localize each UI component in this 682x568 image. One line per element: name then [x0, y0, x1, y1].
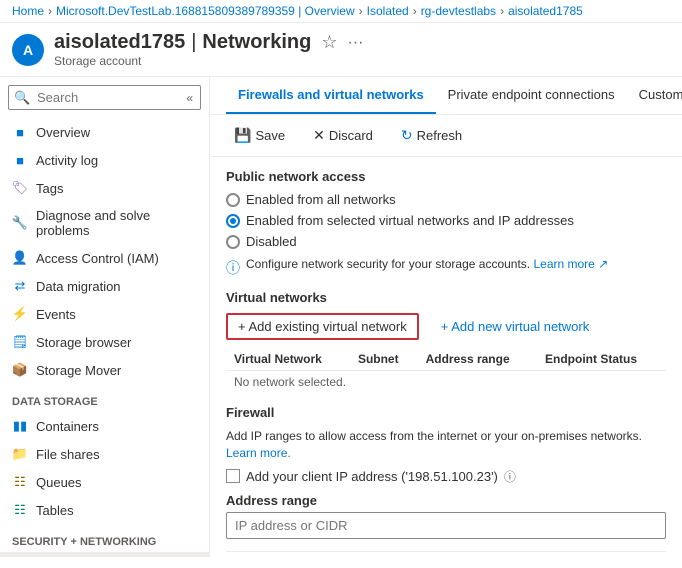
tables-icon: ☷ [12, 502, 28, 518]
radio-selected-networks[interactable]: Enabled from selected virtual networks a… [226, 213, 666, 228]
col-virtual-network: Virtual Network [226, 348, 350, 371]
tab-custom-domain[interactable]: Custom domain [627, 77, 682, 114]
page-title: Networking [202, 31, 311, 54]
breadcrumb-isolated[interactable]: Isolated [367, 4, 409, 18]
sidebar-item-containers[interactable]: ▮▮ Containers [0, 412, 209, 440]
virtual-networks-section: Virtual networks + Add existing virtual … [226, 290, 666, 393]
sidebar-item-diagnose[interactable]: 🔧 Diagnose and solve problems [0, 202, 209, 244]
star-icon[interactable]: ☆ [321, 32, 337, 53]
learn-more-link[interactable]: Learn more ↗ [533, 257, 608, 271]
resource-name: aisolated1785 [54, 31, 185, 54]
fileshares-icon: 📁 [12, 446, 28, 462]
public-network-options: Enabled from all networks Enabled from s… [226, 192, 666, 249]
discard-icon: ✕ [313, 127, 325, 144]
content-area: Public network access Enabled from all n… [210, 157, 682, 557]
collapse-icon[interactable]: « [186, 91, 193, 105]
toolbar: 💾 Save ✕ Discard ↻ Refresh [210, 115, 682, 157]
sidebar-item-overview[interactable]: ■ Overview [0, 118, 209, 146]
col-endpoint-status: Endpoint Status [537, 348, 666, 371]
sidebar-item-storage-browser[interactable]: 🗒 Storage browser [0, 328, 209, 356]
firewall-description: Add IP ranges to allow access from the i… [226, 428, 666, 462]
tab-firewalls[interactable]: Firewalls and virtual networks [226, 77, 436, 114]
save-button[interactable]: 💾 Save [226, 123, 293, 148]
info-tooltip-icon: ⓘ [504, 468, 516, 485]
avatar: A [12, 34, 44, 66]
migration-icon: ⇄ [12, 278, 28, 294]
radio-all-networks[interactable]: Enabled from all networks [226, 192, 666, 207]
sidebar-item-events[interactable]: ⚡ Events [0, 300, 209, 328]
radio-disabled-input[interactable] [226, 235, 240, 249]
tab-private-endpoints[interactable]: Private endpoint connections [436, 77, 627, 114]
breadcrumb-resource[interactable]: aisolated1785 [508, 4, 583, 18]
data-storage-section-title: Data storage [0, 384, 209, 412]
tags-icon: 🏷 [12, 180, 28, 196]
page-header: A aisolated1785 | Networking ☆ ··· Stora… [0, 23, 682, 77]
queues-icon: ☷ [12, 474, 28, 490]
discard-button[interactable]: ✕ Discard [305, 123, 381, 148]
mover-icon: 📦 [12, 362, 28, 378]
tab-bar: Firewalls and virtual networks Private e… [210, 77, 682, 115]
sidebar: 🔍 « ■ Overview ■ Activity log 🏷 Tags 🔧 D… [0, 77, 210, 557]
radio-disabled[interactable]: Disabled [226, 234, 666, 249]
public-network-title: Public network access [226, 169, 666, 184]
radio-selected-networks-input[interactable] [226, 214, 240, 228]
sidebar-item-tags[interactable]: 🏷 Tags [0, 174, 209, 202]
events-icon: ⚡ [12, 306, 28, 322]
sidebar-item-migration[interactable]: ⇄ Data migration [0, 272, 209, 300]
add-new-vnet-button[interactable]: + Add new virtual network [431, 315, 600, 338]
add-existing-vnet-button[interactable]: + Add existing virtual network [226, 313, 419, 340]
main-content: Firewalls and virtual networks Private e… [210, 77, 682, 557]
iam-icon: 👤 [12, 250, 28, 266]
col-subnet: Subnet [350, 348, 418, 371]
divider [226, 551, 666, 552]
sidebar-item-networking[interactable]: 🌐 Networking [0, 552, 209, 557]
breadcrumb-rg[interactable]: rg-devtestlabs [421, 4, 496, 18]
more-icon[interactable]: ··· [347, 34, 363, 52]
security-section-title: Security + networking [0, 524, 209, 552]
sidebar-item-file-shares[interactable]: 📁 File shares [0, 440, 209, 468]
resource-instances-section: Resource instances Specify resource inst… [226, 551, 666, 557]
vnet-table: Virtual Network Subnet Address range End… [226, 348, 666, 393]
browser-icon: 🗒 [12, 334, 28, 350]
vnet-actions: + Add existing virtual network + Add new… [226, 313, 666, 340]
col-address-range: Address range [418, 348, 537, 371]
add-client-ip-label: Add your client IP address ('198.51.100.… [246, 469, 498, 484]
search-icon: 🔍 [14, 90, 30, 106]
sidebar-item-tables[interactable]: ☷ Tables [0, 496, 209, 524]
breadcrumb: Home › Microsoft.DevTestLab.168815809389… [0, 0, 682, 23]
breadcrumb-lab[interactable]: Microsoft.DevTestLab.168815809389789359 … [56, 4, 355, 18]
activity-icon: ■ [12, 152, 28, 168]
sidebar-item-activity-log[interactable]: ■ Activity log [0, 146, 209, 174]
overview-icon: ■ [12, 124, 28, 140]
firewall-title: Firewall [226, 405, 666, 420]
search-box: 🔍 « [8, 85, 201, 110]
virtual-networks-title: Virtual networks [226, 290, 666, 305]
no-network-row: No network selected. [226, 371, 666, 394]
sidebar-item-iam[interactable]: 👤 Access Control (IAM) [0, 244, 209, 272]
radio-all-networks-input[interactable] [226, 193, 240, 207]
firewall-section: Firewall Add IP ranges to allow access f… [226, 405, 666, 539]
firewall-learn-more-link[interactable]: Learn more. [226, 446, 291, 460]
add-client-ip-row: Add your client IP address ('198.51.100.… [226, 468, 666, 485]
save-icon: 💾 [234, 127, 251, 144]
containers-icon: ▮▮ [12, 418, 28, 434]
breadcrumb-home[interactable]: Home [12, 4, 44, 18]
search-input[interactable] [8, 85, 201, 110]
ip-input[interactable] [226, 512, 666, 539]
info-icon: ⓘ [226, 258, 240, 278]
refresh-button[interactable]: ↻ Refresh [393, 123, 470, 148]
resource-subtitle: Storage account [54, 54, 363, 68]
refresh-icon: ↻ [401, 127, 413, 144]
diagnose-icon: 🔧 [12, 215, 28, 231]
sidebar-item-storage-mover[interactable]: 📦 Storage Mover [0, 356, 209, 384]
info-box: ⓘ Configure network security for your st… [226, 257, 666, 278]
add-client-ip-checkbox[interactable] [226, 469, 240, 483]
address-range-label: Address range [226, 493, 666, 508]
sidebar-item-queues[interactable]: ☷ Queues [0, 468, 209, 496]
